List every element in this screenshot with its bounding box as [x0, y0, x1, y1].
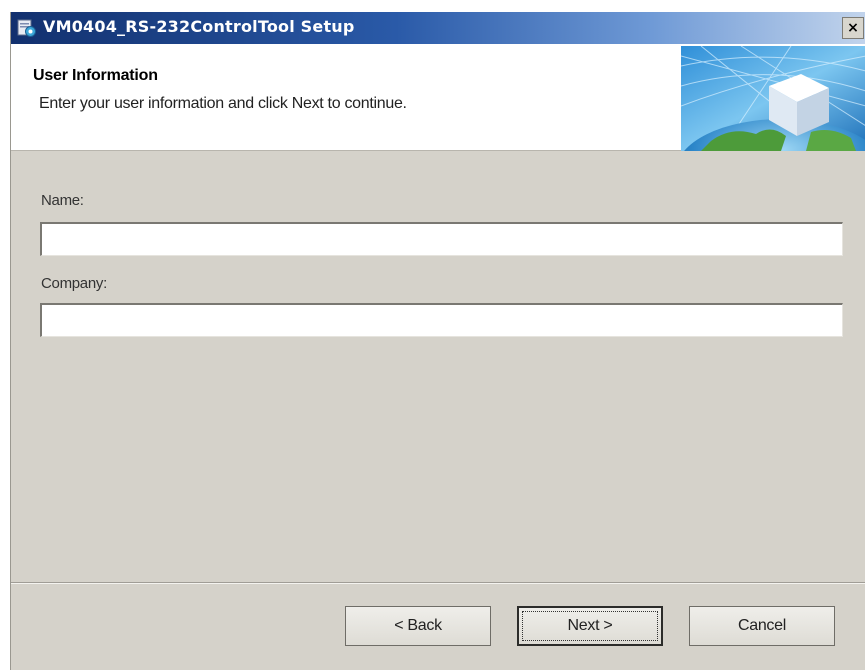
- company-field[interactable]: [40, 303, 843, 337]
- window-title: VM0404_RS-232ControlTool Setup: [43, 17, 355, 36]
- globe-cube-banner-image: [681, 46, 865, 151]
- name-field[interactable]: [40, 222, 843, 256]
- header-banner: User Information Enter your user informa…: [11, 44, 865, 151]
- button-area-divider: [11, 582, 865, 584]
- name-label: Name:: [41, 192, 84, 209]
- close-icon[interactable]: ×: [842, 17, 864, 39]
- cancel-button[interactable]: Cancel: [689, 606, 835, 646]
- title-bar[interactable]: VM0404_RS-232ControlTool Setup ×: [11, 12, 865, 44]
- next-button[interactable]: Next >: [517, 606, 663, 646]
- page-title: User Information: [33, 67, 158, 84]
- next-button-label: Next >: [567, 617, 613, 634]
- setup-app-icon: [17, 19, 36, 37]
- page-instructions: Enter your user information and click Ne…: [39, 95, 407, 112]
- company-label: Company:: [41, 275, 107, 292]
- back-button[interactable]: < Back: [345, 606, 491, 646]
- setup-dialog-window: VM0404_RS-232ControlTool Setup × User In…: [10, 12, 865, 670]
